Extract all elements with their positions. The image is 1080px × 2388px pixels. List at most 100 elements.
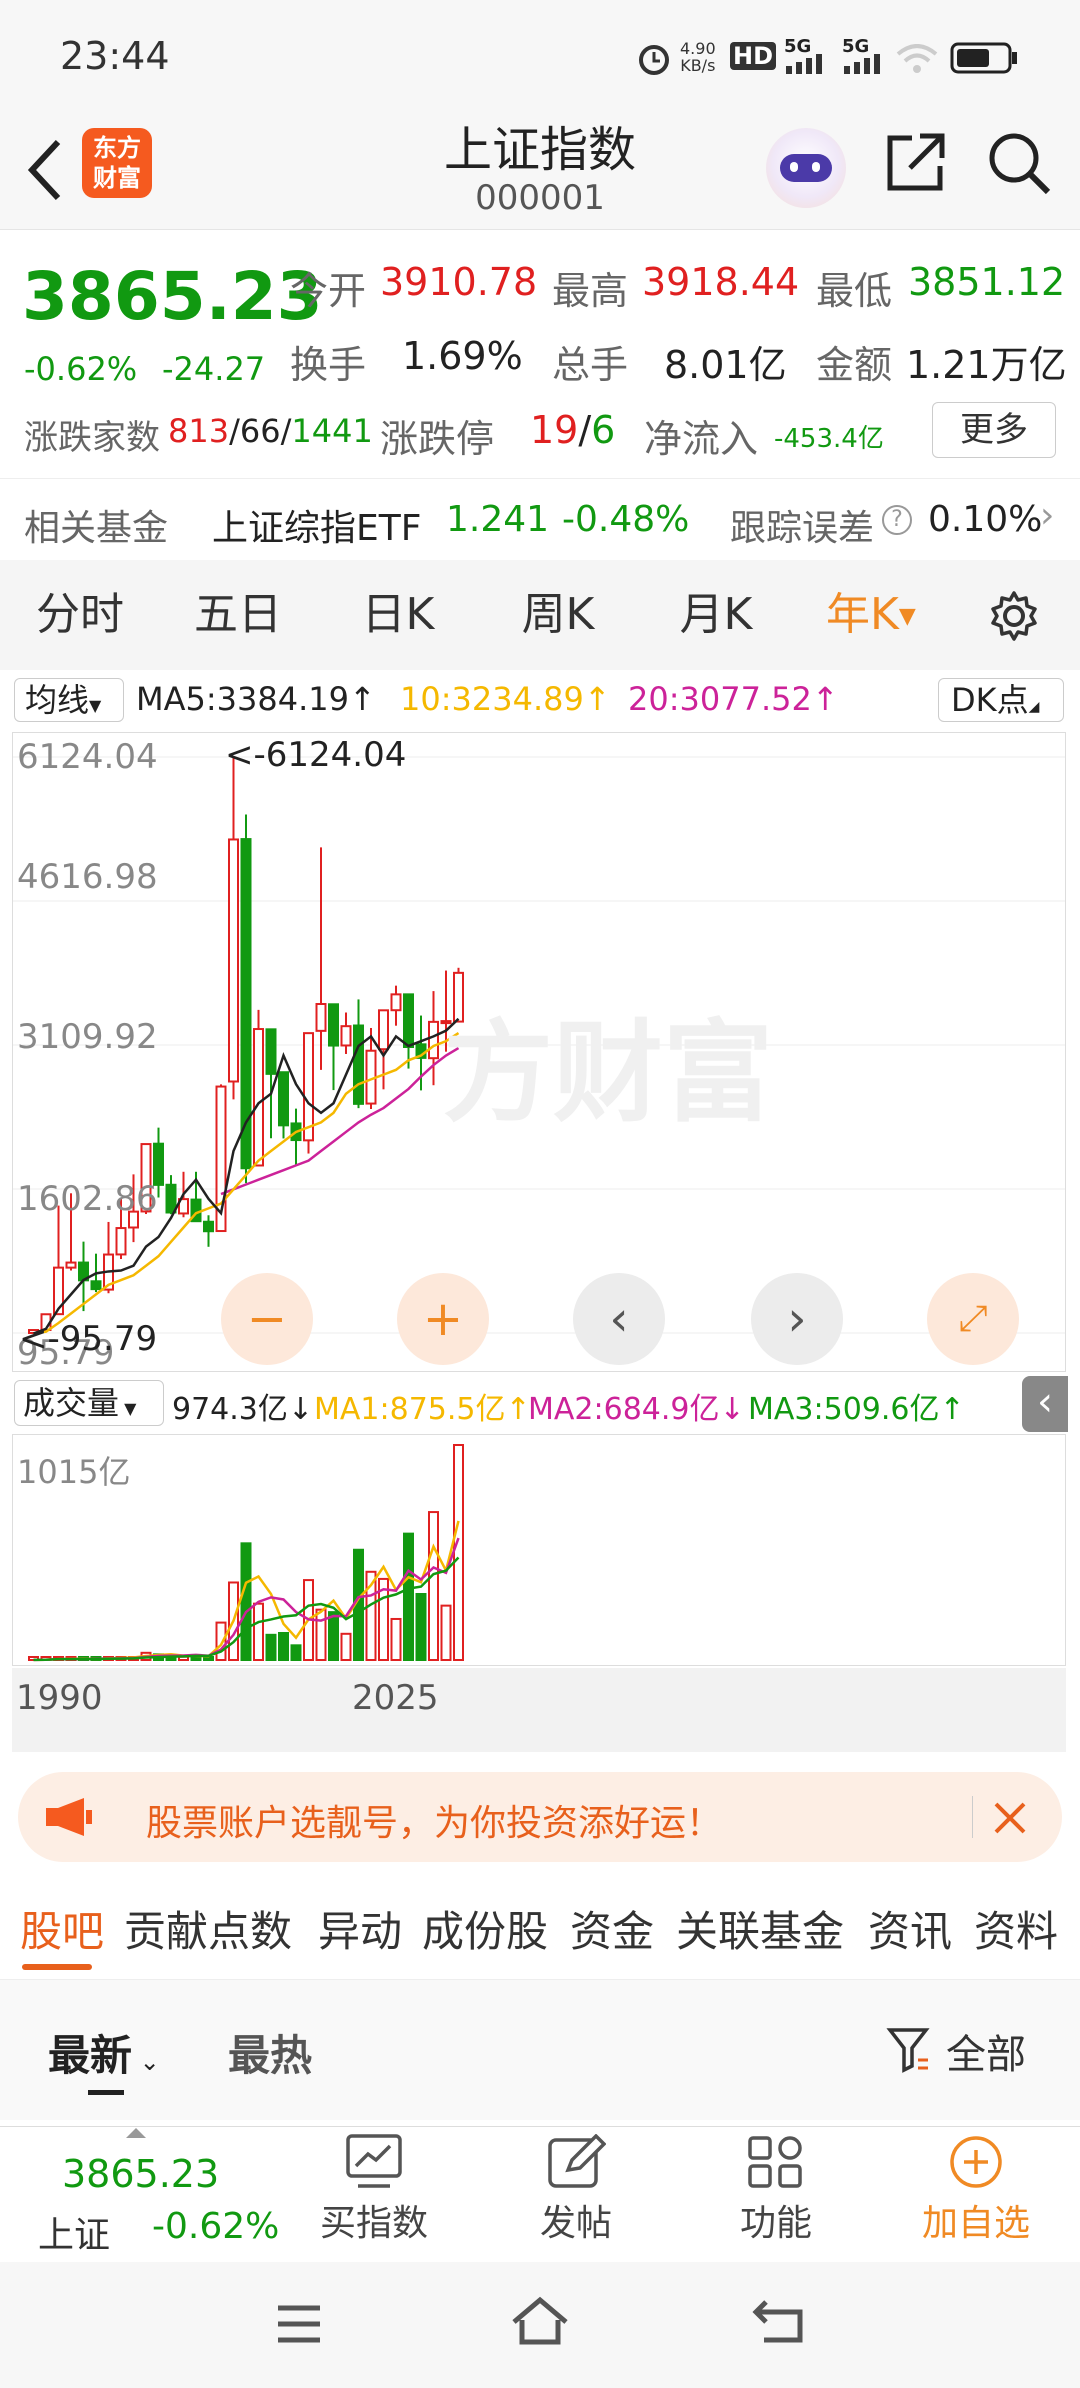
post-label: 发帖 (539, 2203, 612, 2244)
tab-yearly-k[interactable]: 年K▼ (826, 560, 936, 670)
post-button[interactable]: 发帖 (476, 2130, 676, 2246)
collapse-panel-button[interactable]: ‹ (1022, 1376, 1068, 1432)
ma-indicator-bar: 均线▼ MA5:3384.19↑ 10:3234.89↑ 20:3077.52↑… (0, 670, 1080, 730)
buy-index-button[interactable]: 买指数 (274, 2130, 474, 2246)
max-annotation: <-6124.04 (225, 735, 407, 775)
fullscreen-button[interactable]: ⤢ (927, 1273, 1019, 1365)
volume-bar (290, 1644, 302, 1661)
search-icon[interactable] (986, 130, 1052, 196)
more-button[interactable]: 更多 (932, 402, 1056, 458)
chart-period-tabs: 分时 五日 日K 周K 月K 年K▼ (0, 560, 1080, 670)
turnover-value: 1.69% (402, 334, 523, 378)
bottom-change: -0.62% (152, 2206, 280, 2247)
candle (403, 993, 414, 1048)
volume-bar (253, 1602, 264, 1661)
volume-current: 974.3亿↓ (172, 1392, 314, 1427)
tracking-error-label: 跟踪误差 (730, 508, 875, 549)
related-fund-row[interactable]: 相关基金 上证综指ETF 1.241 -0.48% 跟踪误差 ? 0.10% › (0, 478, 1080, 562)
tab-profile[interactable]: 资料 (974, 1898, 1058, 1959)
pan-left-button[interactable]: ‹ (573, 1273, 665, 1365)
candle (90, 1280, 102, 1291)
close-icon[interactable] (990, 1798, 1030, 1838)
fund-name: 上证综指ETF (212, 508, 422, 549)
sort-hot[interactable]: 最热 (228, 2022, 312, 2083)
candle (228, 838, 239, 1083)
zoom-out-button[interactable]: − (221, 1273, 313, 1365)
status-bar: 23:44 4.90 KB/s HD 5G 5G (0, 0, 1080, 110)
kline-chart-area[interactable]: 方财富 6124.04 4616.98 3109.92 1602.86 95.7… (12, 732, 1066, 1373)
volume-bar (415, 1593, 427, 1661)
tab-constituents[interactable]: 成份股 (422, 1898, 548, 1959)
ma-selector-dropdown[interactable]: 均线▼ (14, 678, 124, 722)
ylabel-2: 4616.98 (17, 857, 158, 897)
help-icon[interactable]: ? (882, 505, 912, 535)
watermark: 方财富 (443, 1009, 773, 1137)
filter-all[interactable]: 全部 (946, 2022, 1026, 2080)
tab-weekly-k[interactable]: 周K (498, 560, 618, 670)
dk-point-button[interactable]: DK点◢ (938, 678, 1064, 722)
bottom-index-name: 上证 (38, 2215, 111, 2256)
back-icon[interactable] (22, 134, 66, 206)
volume-bar (390, 1617, 402, 1662)
x-label-end: 2025 (352, 1678, 439, 1718)
add-watchlist-button[interactable]: 加自选 (876, 2130, 1076, 2246)
add-circle-icon (950, 2136, 1002, 2188)
tab-capital[interactable]: 资金 (570, 1898, 654, 1959)
quote-panel: 3865.23 -0.62% -24.27 今开 3910.78 最高 3918… (0, 230, 1080, 470)
tab-news[interactable]: 资讯 (868, 1898, 952, 1959)
candle (315, 1003, 327, 1032)
tab-five-day[interactable]: 五日 (178, 560, 298, 670)
wifi-icon (896, 44, 938, 73)
active-tab-indicator (22, 1964, 92, 1970)
section-tabs: 股吧 贡献点数 异动 成份股 资金 关联基金 资讯 资料 (0, 1880, 1080, 1980)
page-title: 上证指数 (443, 122, 636, 178)
ad-text: 股票账户选靓号，为你投资添好运！ (146, 1803, 723, 1844)
sort-latest[interactable]: 最新 ⌄ (48, 2022, 160, 2083)
volume-bar (340, 1632, 352, 1661)
x-label-start: 1990 (16, 1678, 103, 1718)
candle (378, 1009, 389, 1051)
sort-bar: 最新 ⌄ 最热 全部 (0, 1980, 1080, 2120)
ma20-value: 20:3077.52↑ (628, 680, 839, 718)
hd-icon: HD (730, 42, 777, 70)
back-nav-icon[interactable] (752, 2296, 806, 2346)
net-speed: 4.90 KB/s (680, 39, 716, 75)
function-label: 功能 (739, 2203, 812, 2244)
tab-movement[interactable]: 异动 (318, 1898, 402, 1959)
candle (428, 1020, 439, 1060)
pan-right-button[interactable]: › (751, 1273, 843, 1365)
share-icon[interactable] (884, 130, 948, 194)
amount-value: 1.21万亿 (906, 343, 1067, 387)
limit-values: 19/6 (530, 408, 616, 452)
ad-banner[interactable]: 股票账户选靓号，为你投资添好运！ (18, 1772, 1062, 1862)
add-watchlist-label: 加自选 (921, 2203, 1030, 2244)
settings-gear-icon[interactable] (988, 590, 1040, 642)
amount-label: 金额 (816, 343, 893, 387)
assistant-robot-icon[interactable] (766, 128, 846, 208)
tracking-error-value: 0.10% (928, 499, 1043, 540)
tab-monthly-k[interactable]: 月K (656, 560, 776, 670)
app-logo[interactable]: 东方 财富 (82, 128, 152, 198)
tab-daily-k[interactable]: 日K (338, 560, 458, 670)
min-annotation: <-95.79 (19, 1319, 158, 1359)
function-button[interactable]: 功能 (676, 2130, 876, 2246)
volume-indicator-bar: 成交量 ▼ 974.3亿↓ MA1:875.5亿↑ MA2:684.9亿↓ MA… (0, 1376, 1080, 1432)
candle (253, 1028, 264, 1167)
tab-related-funds[interactable]: 关联基金 (676, 1898, 844, 1959)
fund-change: -0.48% (562, 499, 690, 540)
volume-bar (453, 1444, 464, 1661)
tab-timeshare[interactable]: 分时 (20, 560, 140, 670)
menu-icon[interactable] (274, 2302, 324, 2346)
x-axis-strip: 1990 2025 (12, 1668, 1066, 1752)
volume-chart-area[interactable]: 1015亿 (12, 1434, 1066, 1666)
ylabel-3: 3109.92 (17, 1017, 158, 1057)
tab-guba[interactable]: 股吧 (20, 1898, 104, 1959)
volume-selector-dropdown[interactable]: 成交量 ▼ (14, 1380, 164, 1426)
zoom-in-button[interactable]: + (397, 1273, 489, 1365)
high-label: 最高 (552, 269, 629, 313)
tab-contribution[interactable]: 贡献点数 (124, 1898, 292, 1959)
breadth-label: 涨跌家数 (24, 418, 160, 458)
candle (353, 1024, 364, 1105)
ylabel-4: 1602.86 (17, 1179, 158, 1219)
home-icon[interactable] (510, 2296, 570, 2346)
